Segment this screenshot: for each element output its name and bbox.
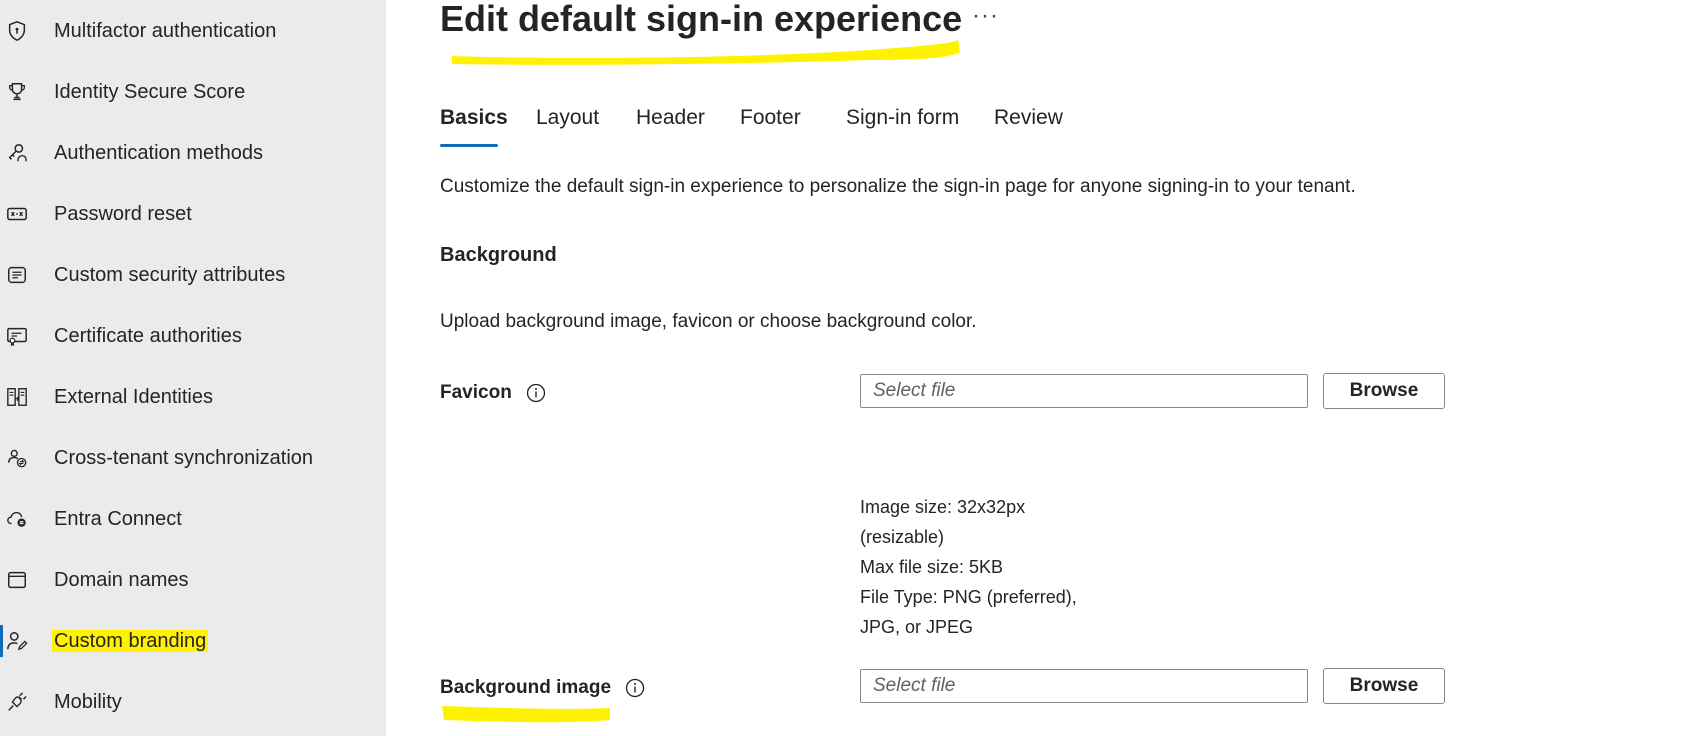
background-image-label-text: Background image bbox=[440, 677, 612, 698]
certificate-icon bbox=[5, 324, 29, 348]
sidebar-item-certificate-authorities[interactable]: Certificate authorities bbox=[0, 316, 386, 356]
tab-header[interactable]: Header bbox=[636, 106, 705, 146]
external-identities-icon bbox=[5, 385, 29, 409]
info-icon[interactable] bbox=[625, 678, 645, 698]
sidebar-item-label: Mobility bbox=[54, 690, 122, 713]
sidebar-item-domain-names[interactable]: Domain names bbox=[0, 560, 386, 600]
section-description: Upload background image, favicon or choo… bbox=[440, 311, 977, 332]
sidebar-item-label: Multifactor authentication bbox=[54, 19, 277, 42]
sidebar-item-label: Authentication methods bbox=[54, 141, 264, 164]
sidebar-item-label: Password reset bbox=[54, 202, 192, 225]
sidebar-item-external-identities[interactable]: External Identities bbox=[0, 377, 386, 417]
sidebar-item-custom-branding[interactable]: Custom branding bbox=[0, 621, 386, 661]
sidebar-item-label: Custom branding bbox=[52, 629, 209, 653]
sidebar-item-authentication-methods[interactable]: Authentication methods bbox=[0, 133, 386, 173]
background-image-label: Background image bbox=[440, 677, 645, 699]
favicon-label-text: Favicon bbox=[440, 382, 512, 403]
sidebar-item-label: Entra Connect bbox=[54, 507, 182, 530]
section-heading-background: Background bbox=[440, 244, 557, 266]
favicon-requirements: Image size: 32x32px (resizable) Max file… bbox=[860, 492, 1077, 642]
main-content: Edit default sign-in experience ··· Basi… bbox=[386, 0, 1696, 736]
requirement-line: File Type: PNG (preferred), bbox=[860, 587, 1077, 607]
sidebar-item-custom-security-attributes[interactable]: Custom security attributes bbox=[0, 255, 386, 295]
sidebar-item-identity-secure-score[interactable]: Identity Secure Score bbox=[0, 72, 386, 112]
page-title: Edit default sign-in experience bbox=[440, 0, 963, 39]
window-icon bbox=[5, 568, 29, 592]
tab-footer[interactable]: Footer bbox=[740, 106, 801, 146]
favicon-browse-button[interactable]: Browse bbox=[1323, 373, 1445, 409]
password-icon bbox=[5, 202, 29, 226]
sidebar-item-label: Certificate authorities bbox=[54, 324, 242, 347]
highlight-mark: Custom branding bbox=[52, 629, 209, 652]
requirement-line: Max file size: 5KB bbox=[860, 557, 1004, 577]
sidebar-item-password-reset[interactable]: Password reset bbox=[0, 194, 386, 234]
tab-layout[interactable]: Layout bbox=[536, 106, 599, 146]
info-icon[interactable] bbox=[526, 383, 546, 403]
sidebar-item-label: Domain names bbox=[54, 568, 189, 591]
trophy-icon bbox=[5, 80, 29, 104]
favicon-file-input[interactable] bbox=[860, 374, 1308, 408]
tab-basics[interactable]: Basics bbox=[440, 106, 508, 147]
more-options-button[interactable]: ··· bbox=[972, 2, 999, 30]
sidebar-item-label: Custom security attributes bbox=[54, 263, 286, 286]
requirement-line: (resizable) bbox=[860, 527, 945, 547]
key-person-icon bbox=[5, 141, 29, 165]
sidebar-item-cross-tenant-synchronization[interactable]: Cross-tenant synchronization bbox=[0, 438, 386, 478]
requirement-line: Image size: 32x32px bbox=[860, 497, 1026, 517]
page-description: Customize the default sign-in experience… bbox=[440, 176, 1356, 197]
active-indicator bbox=[0, 625, 3, 657]
tab-review[interactable]: Review bbox=[994, 106, 1063, 146]
sidebar-item-multifactor-authentication[interactable]: Multifactor authentication bbox=[0, 11, 386, 51]
favicon-label: Favicon bbox=[440, 382, 546, 404]
plug-icon bbox=[5, 690, 29, 714]
background-image-highlight-mark bbox=[442, 706, 610, 723]
title-highlight-mark bbox=[452, 40, 960, 65]
sidebar-item-label: External Identities bbox=[54, 385, 213, 408]
requirement-line: JPG, or JPEG bbox=[860, 617, 974, 637]
active-tab-underline bbox=[440, 144, 498, 147]
cloud-sync-icon bbox=[5, 507, 29, 531]
sidebar: Multifactor authentication Identity Secu… bbox=[0, 0, 386, 736]
attributes-icon bbox=[5, 263, 29, 287]
sidebar-item-label: Cross-tenant synchronization bbox=[54, 446, 314, 469]
sidebar-item-entra-connect[interactable]: Entra Connect bbox=[0, 499, 386, 539]
tab-label: Basics bbox=[440, 106, 508, 129]
sidebar-item-mobility[interactable]: Mobility bbox=[0, 682, 386, 722]
background-image-file-input[interactable] bbox=[860, 669, 1308, 703]
person-edit-icon bbox=[5, 629, 29, 653]
tab-sign-in-form[interactable]: Sign-in form bbox=[846, 106, 959, 146]
sidebar-item-label: Identity Secure Score bbox=[54, 80, 246, 103]
background-image-browse-button[interactable]: Browse bbox=[1323, 668, 1445, 704]
people-sync-icon bbox=[5, 446, 29, 470]
shield-icon bbox=[5, 19, 29, 43]
